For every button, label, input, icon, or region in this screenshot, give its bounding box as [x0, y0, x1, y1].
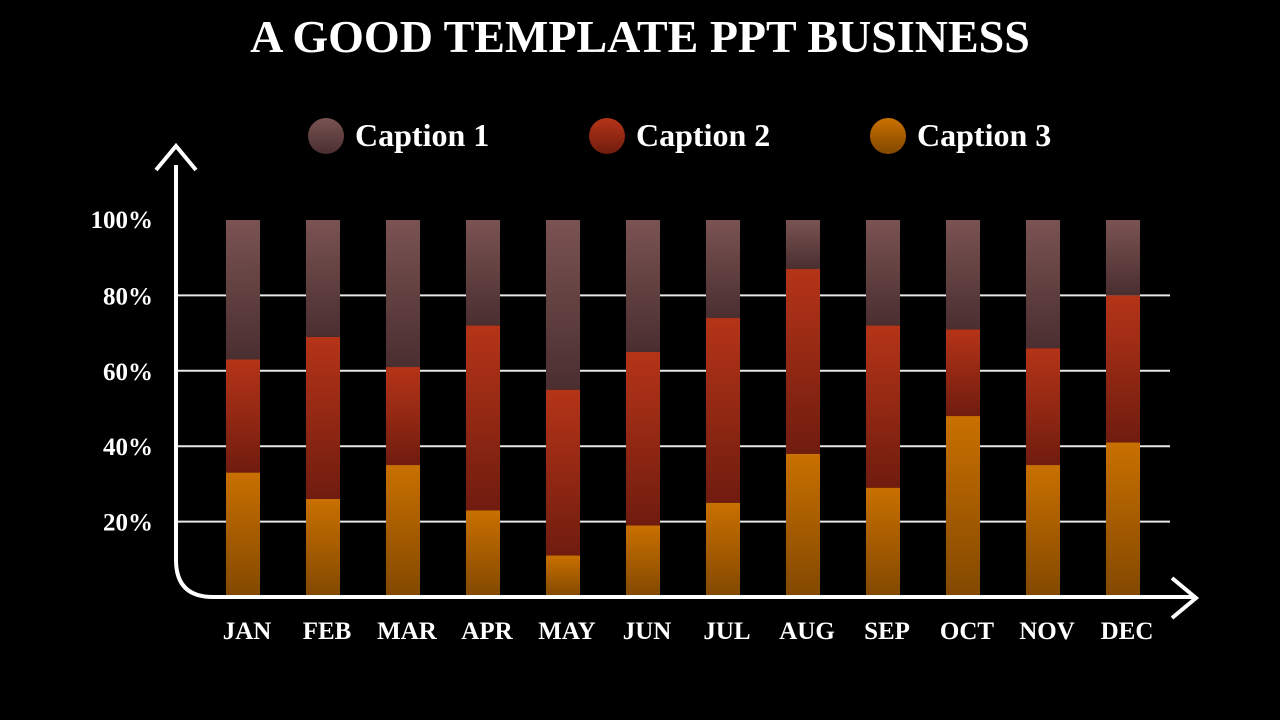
bar-segment-caption-2-jun [626, 351, 660, 526]
bar-segment-caption-3-aug [786, 453, 820, 597]
bar-segment-caption-3-mar [386, 465, 420, 597]
x-tick-label: NOV [1019, 618, 1075, 645]
bar-segment-caption-2-nov [1026, 348, 1060, 466]
bar-segment-caption-2-mar [386, 367, 420, 466]
bar-segment-caption-3-sep [866, 487, 900, 597]
bar-segment-caption-2-jan [226, 359, 260, 473]
x-axis-ticks: JAN FEB MAR APR MAY JUN JUL AUG SEP OCT NOV DEC [223, 618, 1154, 645]
bar-segment-caption-1-jun [626, 220, 660, 352]
bar-segment-caption-2-jul [706, 318, 740, 503]
bar-segment-caption-2-dec [1106, 295, 1140, 443]
y-tick-label: 60% [103, 359, 153, 386]
chart: A GOOD TEMPLATE PPT BUSINESS Caption 1 Ca… [91, 11, 1200, 645]
chart-title: A GOOD TEMPLATE PPT BUSINESS [250, 11, 1030, 62]
bar-segment-caption-1-dec [1106, 220, 1140, 296]
bar-segment-caption-3-may [546, 555, 580, 597]
bar-segment-caption-2-sep [866, 325, 900, 488]
bar-segment-caption-2-aug [786, 269, 820, 454]
bar-segment-caption-3-feb [306, 498, 340, 597]
y-axis-ticks: 20% 40% 60% 80% 100% [91, 207, 154, 537]
bar-segment-caption-1-mar [386, 220, 420, 368]
y-tick-label: 40% [103, 434, 153, 461]
legend: Caption 1 Caption 2 Caption 3 [308, 117, 1051, 154]
bar-segment-caption-1-nov [1026, 220, 1060, 349]
bar-segment-caption-1-feb [306, 220, 340, 337]
bar-segment-caption-3-jun [626, 525, 660, 597]
x-tick-label: JAN [223, 618, 272, 645]
legend-marker-icon [308, 118, 344, 154]
x-tick-label: OCT [940, 618, 995, 645]
legend-marker-icon [870, 118, 906, 154]
x-tick-label: AUG [779, 618, 835, 645]
bar-segment-caption-1-may [546, 220, 580, 390]
bar-segment-caption-3-jul [706, 502, 740, 597]
x-tick-label: MAY [538, 618, 595, 645]
bar-segment-caption-1-jul [706, 220, 740, 319]
x-tick-label: FEB [303, 618, 352, 645]
bar-segment-caption-3-oct [946, 416, 980, 597]
x-tick-label: APR [461, 618, 513, 645]
bar-segment-caption-2-oct [946, 329, 980, 417]
y-tick-label: 100% [91, 207, 154, 234]
bar-segment-caption-3-nov [1026, 465, 1060, 597]
y-tick-label: 20% [103, 510, 153, 537]
x-tick-label: JUL [703, 618, 750, 645]
bar-segment-caption-3-apr [466, 510, 500, 597]
bar-segment-caption-1-oct [946, 220, 980, 330]
legend-label: Caption 2 [636, 117, 770, 153]
x-tick-label: DEC [1101, 618, 1154, 645]
bar-segment-caption-3-jan [226, 472, 260, 597]
x-tick-label: MAR [377, 618, 438, 645]
x-tick-label: JUN [623, 618, 672, 645]
bar-segment-caption-1-sep [866, 220, 900, 326]
bars [226, 220, 1140, 597]
bar-segment-caption-2-apr [466, 325, 500, 511]
x-tick-label: SEP [864, 618, 910, 645]
bar-segment-caption-2-may [546, 389, 580, 556]
bar-segment-caption-1-aug [786, 220, 820, 270]
y-tick-label: 80% [103, 283, 153, 310]
bar-segment-caption-1-jan [226, 220, 260, 360]
legend-marker-icon [589, 118, 625, 154]
bar-segment-caption-1-apr [466, 220, 500, 326]
bar-segment-caption-3-dec [1106, 442, 1140, 597]
bar-segment-caption-2-feb [306, 336, 340, 499]
legend-label: Caption 3 [917, 117, 1051, 153]
legend-label: Caption 1 [355, 117, 489, 153]
